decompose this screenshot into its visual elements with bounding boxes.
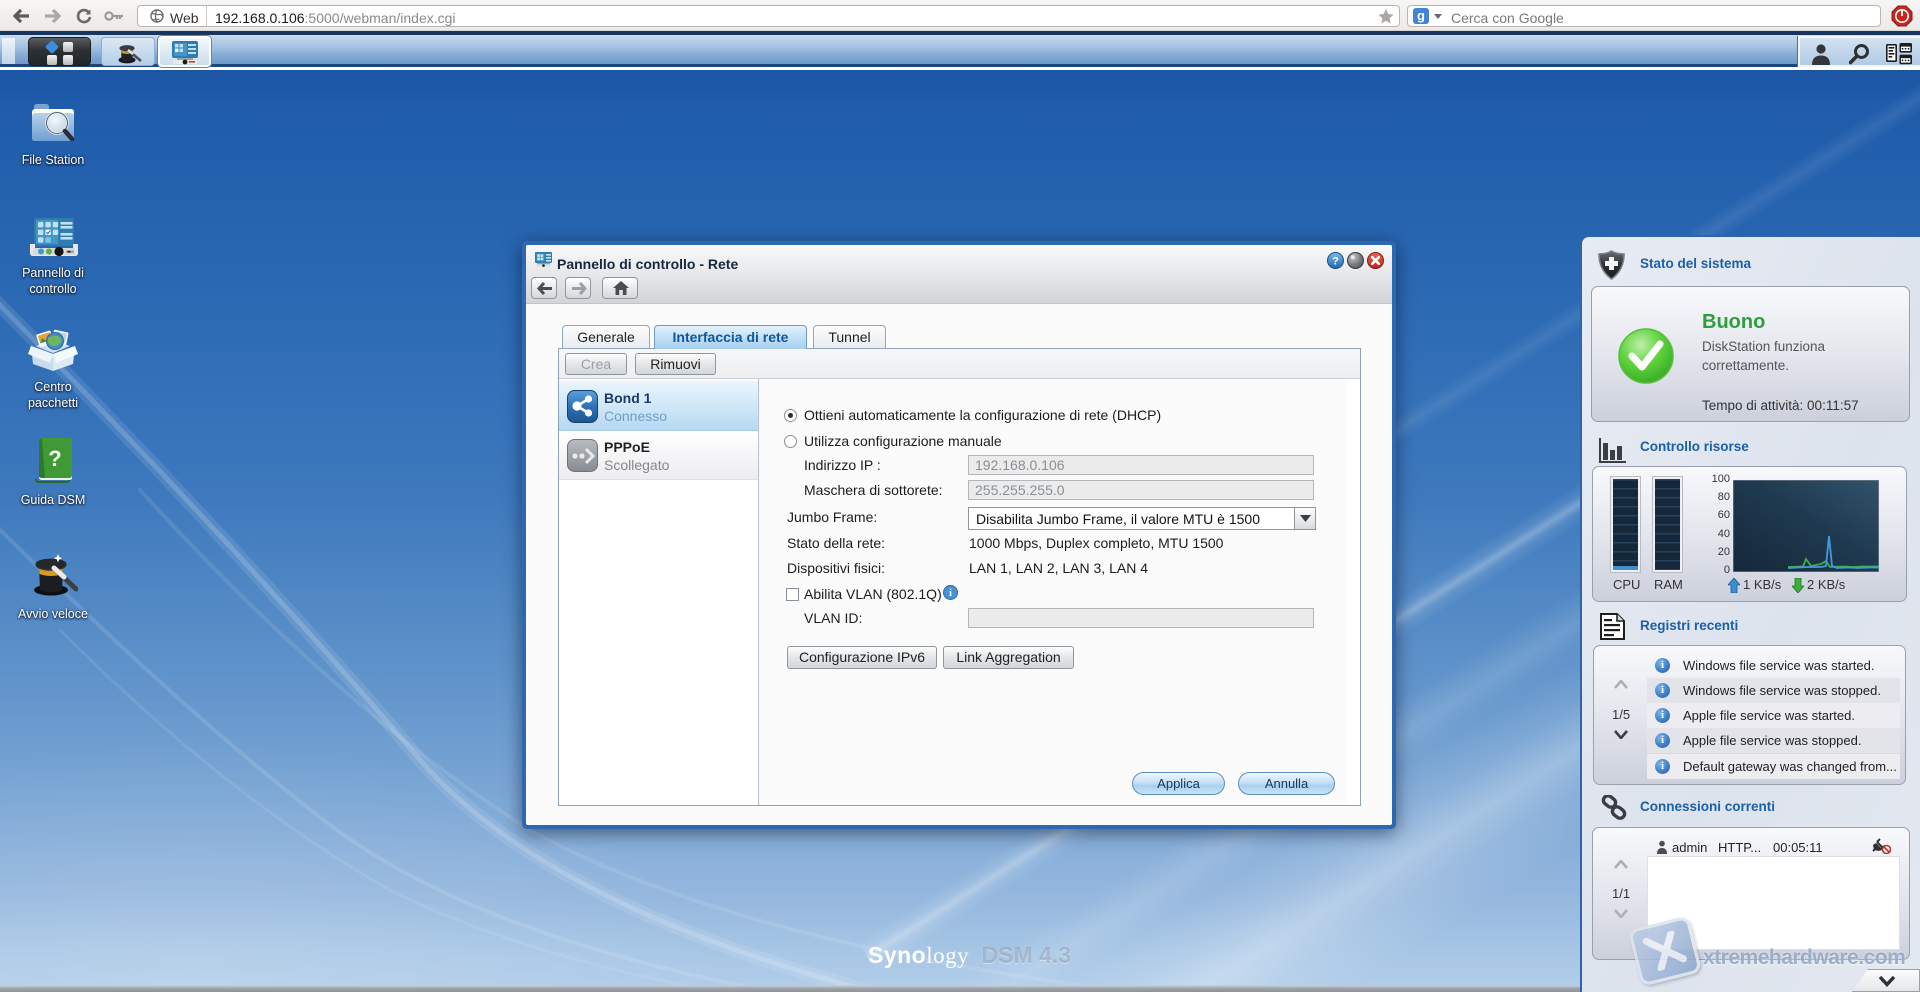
svg-text:i: i bbox=[949, 588, 952, 599]
svg-text:?: ? bbox=[1332, 256, 1339, 268]
svg-text:?: ? bbox=[48, 446, 61, 471]
